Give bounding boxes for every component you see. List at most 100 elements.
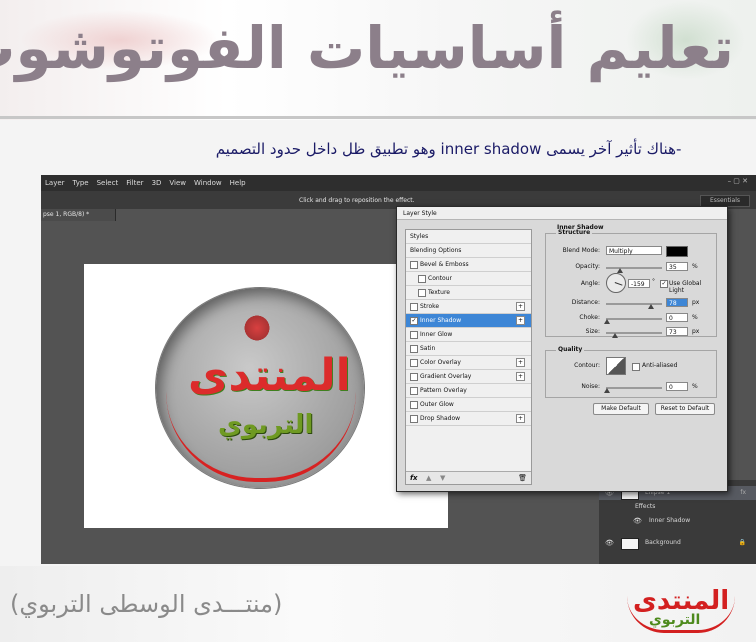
noise-input[interactable]: 0	[666, 382, 688, 391]
menu-layer[interactable]: Layer	[41, 175, 69, 187]
style-item-outer-glow[interactable]: Outer Glow	[406, 398, 531, 412]
noise-slider-thumb[interactable]	[604, 388, 610, 393]
quality-section: Quality Contour: Anti-aliased Noise: 0 %	[545, 346, 717, 398]
noise-slider[interactable]	[606, 387, 662, 389]
move-up-icon[interactable]: ▲	[426, 474, 431, 482]
choke-slider-thumb[interactable]	[604, 319, 610, 324]
style-checkbox[interactable]	[410, 331, 418, 339]
menu-type[interactable]: Type	[69, 175, 93, 187]
style-item-bevel-emboss[interactable]: Bevel & Emboss	[406, 258, 531, 272]
forum-name: (منتـــدى الوسطى التربوي)	[10, 590, 283, 618]
logo-text-bottom: التربوي	[218, 410, 314, 440]
style-label: Gradient Overlay	[420, 373, 472, 380]
opacity-label: Opacity:	[575, 263, 600, 270]
trash-icon[interactable]: 🗑	[518, 474, 527, 482]
structure-title: Structure	[556, 229, 593, 236]
style-checkbox[interactable]	[410, 359, 418, 367]
blend-mode-label: Blend Mode:	[562, 247, 600, 254]
use-global-light-label: Use Global Light	[669, 280, 702, 294]
distance-slider-thumb[interactable]	[648, 304, 654, 309]
style-checkbox[interactable]	[410, 387, 418, 395]
style-checkbox-checked[interactable]: ✓	[410, 317, 418, 325]
layer-name: Background	[645, 539, 681, 546]
angle-dial-icon[interactable]	[606, 273, 626, 293]
size-label: Size:	[585, 328, 600, 335]
options-hint: Click and drag to reposition the effect.	[299, 197, 415, 204]
opacity-input[interactable]: 35	[666, 262, 688, 271]
angle-unit: °	[652, 278, 655, 285]
style-checkbox[interactable]	[410, 401, 418, 409]
window-controls[interactable]: – ▢ ✕	[728, 177, 748, 185]
menu-select[interactable]: Select	[93, 175, 123, 187]
size-input[interactable]: 73	[666, 327, 688, 336]
style-item-contour[interactable]: Contour	[406, 272, 531, 286]
menu-help[interactable]: Help	[226, 175, 250, 187]
style-label: Satin	[420, 345, 436, 352]
style-item-texture[interactable]: Texture	[406, 286, 531, 300]
style-checkbox[interactable]	[410, 261, 418, 269]
document-tab[interactable]: pse 1, RGB/8) *	[41, 209, 116, 221]
style-checkbox[interactable]	[410, 373, 418, 381]
layers-panel: 👁 Ellipse 1 fx Effects 👁 Inner Shadow 👁 …	[599, 480, 756, 564]
style-checkbox[interactable]	[410, 345, 418, 353]
menu-view[interactable]: View	[165, 175, 190, 187]
style-item-gradient-overlay[interactable]: Gradient Overlay +	[406, 370, 531, 384]
footer-logo-bottom: التربوي	[649, 612, 701, 628]
style-item-satin[interactable]: Satin	[406, 342, 531, 356]
visibility-eye-icon[interactable]: 👁	[605, 536, 614, 550]
style-label: Bevel & Emboss	[420, 261, 469, 268]
menu-3d[interactable]: 3D	[148, 175, 166, 187]
layer-background[interactable]: 👁 Background 🔒	[599, 536, 756, 550]
shadow-color-swatch[interactable]	[666, 246, 688, 257]
style-item-stroke[interactable]: Stroke +	[406, 300, 531, 314]
layer-fx-badge[interactable]: fx	[740, 486, 746, 500]
choke-slider[interactable]	[606, 318, 662, 320]
menu-window[interactable]: Window	[190, 175, 226, 187]
layer-effects[interactable]: Effects	[599, 500, 756, 514]
style-checkbox[interactable]	[410, 303, 418, 311]
fx-icon[interactable]: fx	[410, 474, 418, 482]
angle-input[interactable]: -159	[628, 279, 650, 288]
add-style-button[interactable]: +	[516, 372, 525, 381]
use-global-light-checkbox[interactable]: ✓	[660, 280, 668, 288]
style-checkbox[interactable]	[410, 415, 418, 423]
style-item-inner-shadow[interactable]: ✓ Inner Shadow +	[406, 314, 531, 328]
style-item-styles[interactable]: Styles	[406, 230, 531, 244]
style-item-pattern-overlay[interactable]: Pattern Overlay	[406, 384, 531, 398]
style-item-blending-options[interactable]: Blending Options	[406, 244, 531, 258]
menu-bar: Layer Type Select Filter 3D View Window Help – …	[41, 175, 756, 191]
style-item-inner-glow[interactable]: Inner Glow	[406, 328, 531, 342]
add-style-button[interactable]: +	[516, 414, 525, 423]
distance-input[interactable]: 78	[666, 298, 688, 307]
styles-list-footer: fx ▲ ▼ 🗑	[406, 471, 531, 484]
reset-to-default-button[interactable]: Reset to Default	[655, 403, 715, 415]
contour-picker[interactable]	[606, 357, 626, 375]
style-item-color-overlay[interactable]: Color Overlay +	[406, 356, 531, 370]
size-slider-thumb[interactable]	[612, 333, 618, 338]
anti-aliased-checkbox[interactable]	[632, 363, 640, 371]
ellipse-shape[interactable]: المنتدى التربوي	[156, 288, 364, 488]
size-unit: px	[692, 328, 700, 335]
style-label: Color Overlay	[420, 359, 461, 366]
make-default-button[interactable]: Make Default	[593, 403, 649, 415]
style-label: Pattern Overlay	[420, 387, 467, 394]
move-down-icon[interactable]: ▼	[440, 474, 445, 482]
opacity-slider[interactable]	[606, 267, 662, 269]
document-canvas[interactable]: المنتدى التربوي	[84, 264, 448, 528]
style-checkbox[interactable]	[418, 289, 426, 297]
blend-mode-select[interactable]: Multiply	[606, 246, 662, 255]
style-label: Stroke	[420, 303, 440, 310]
noise-label: Noise:	[581, 383, 600, 390]
add-style-button[interactable]: +	[516, 302, 525, 311]
style-item-drop-shadow[interactable]: Drop Shadow +	[406, 412, 531, 426]
add-style-button[interactable]: +	[516, 358, 525, 367]
distance-label: Distance:	[571, 299, 600, 306]
layer-name: Inner Shadow	[649, 517, 691, 524]
add-style-button[interactable]: +	[516, 316, 525, 325]
choke-input[interactable]: 0	[666, 313, 688, 322]
menu-filter[interactable]: Filter	[122, 175, 147, 187]
visibility-eye-icon[interactable]: 👁	[633, 514, 642, 528]
caption-text: هناك تأثير آخر يسمى inner shadow وهو تطب…	[215, 140, 676, 158]
style-checkbox[interactable]	[418, 275, 426, 283]
layer-inner-shadow[interactable]: 👁 Inner Shadow	[599, 514, 756, 528]
